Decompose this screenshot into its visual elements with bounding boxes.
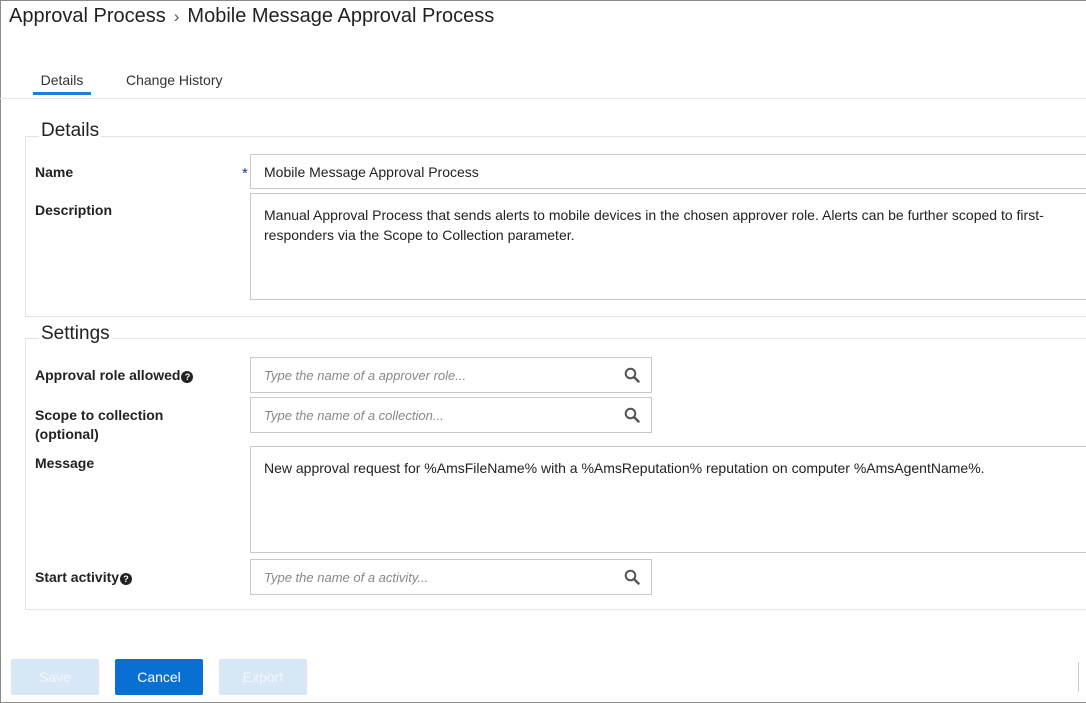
scope-label-line2: (optional) xyxy=(35,426,99,442)
start-activity-label: Start activity? xyxy=(35,568,133,587)
breadcrumb-parent[interactable]: Approval Process xyxy=(9,5,166,28)
message-label: Message xyxy=(35,455,95,471)
start-activity-label-text: Start activity xyxy=(35,569,120,585)
start-activity-placeholder: Type the name of a activity... xyxy=(264,569,429,585)
start-activity-search-input[interactable]: Type the name of a activity... xyxy=(250,559,652,595)
breadcrumb-separator: › xyxy=(173,6,180,26)
question-circle-icon[interactable]: ? xyxy=(120,573,133,585)
tab-details[interactable]: Details xyxy=(33,72,91,95)
name-field-value: Mobile Message Approval Process xyxy=(264,163,479,180)
settings-section-title: Settings xyxy=(39,323,112,345)
scope-collection-search-input[interactable]: Type the name of a collection... xyxy=(250,397,652,433)
save-button[interactable]: Save xyxy=(11,659,99,695)
approval-role-label: Approval role allowed? xyxy=(35,366,194,385)
name-field[interactable]: Mobile Message Approval Process xyxy=(250,154,1086,189)
search-icon[interactable] xyxy=(624,367,640,383)
cancel-button[interactable]: Cancel xyxy=(115,659,203,695)
scope-collection-placeholder: Type the name of a collection... xyxy=(264,407,444,423)
question-circle-icon[interactable]: ? xyxy=(181,371,194,383)
name-label: Name xyxy=(35,164,74,180)
description-label: Description xyxy=(35,202,113,218)
breadcrumb: Approval Process › Mobile Message Approv… xyxy=(9,5,494,28)
description-value: Manual Approval Process that sends alert… xyxy=(264,207,1044,243)
resize-handle[interactable] xyxy=(1078,662,1084,692)
export-button[interactable]: Export xyxy=(219,659,307,695)
required-marker: * xyxy=(242,165,248,182)
tab-bar: Details Change History xyxy=(0,60,1086,99)
scope-label: Scope to collection (optional) xyxy=(35,406,163,444)
search-icon[interactable] xyxy=(624,569,640,585)
approval-role-placeholder: Type the name of a approver role... xyxy=(264,367,467,383)
approval-role-search-input[interactable]: Type the name of a approver role... xyxy=(250,357,652,393)
approval-role-label-text: Approval role allowed xyxy=(35,367,181,383)
message-textarea[interactable]: New approval request for %AmsFileName% w… xyxy=(250,446,1086,553)
search-icon[interactable] xyxy=(624,407,640,423)
scope-label-line1: Scope to collection xyxy=(35,407,164,423)
details-section-title: Details xyxy=(39,120,102,142)
tab-change-history[interactable]: Change History xyxy=(126,72,223,88)
breadcrumb-current: Mobile Message Approval Process xyxy=(187,5,495,27)
message-value: New approval request for %AmsFileName% w… xyxy=(264,460,985,476)
description-textarea[interactable]: Manual Approval Process that sends alert… xyxy=(250,193,1086,300)
